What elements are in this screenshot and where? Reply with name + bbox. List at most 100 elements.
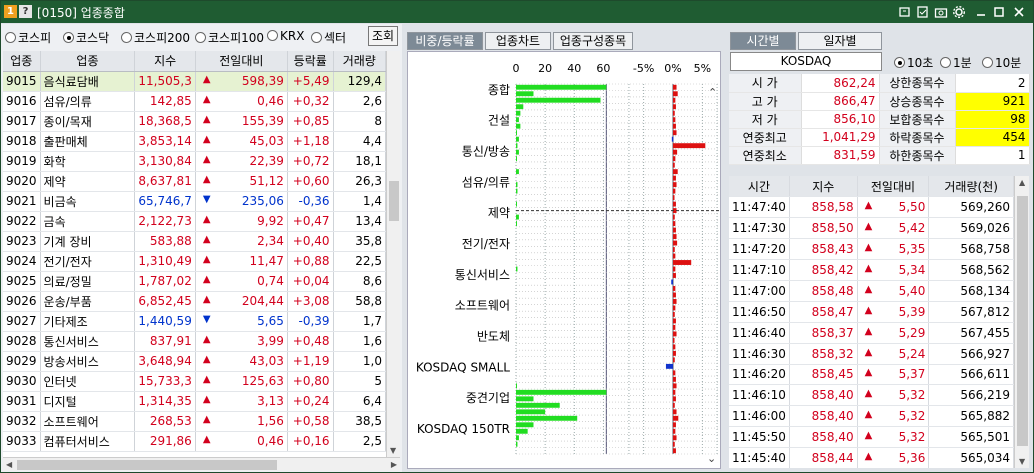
table-row[interactable]: 11:46:10 858,40 ▲ 5,32 566,219 bbox=[729, 384, 1014, 407]
checklist-icon[interactable] bbox=[916, 5, 930, 19]
vertical-scrollbar-right[interactable]: ▲ ▼ bbox=[1014, 176, 1029, 468]
radio-circle-icon[interactable] bbox=[121, 32, 132, 43]
radio-circle-icon[interactable] bbox=[311, 32, 322, 43]
col-header-rate[interactable]: 등락률 bbox=[287, 51, 334, 72]
weight-bar bbox=[516, 110, 521, 116]
table-row[interactable]: 11:47:10 858,42 ▲ 5,34 568,562 bbox=[729, 259, 1014, 281]
table-row[interactable]: 9021 비금속 65,746,7 ▼ 235,06 -0,36 1,4 bbox=[3, 191, 386, 212]
table-row[interactable]: 9018 출판매체 3,853,14 ▲ 45,03 +1,18 4,4 bbox=[3, 131, 386, 152]
table-row[interactable]: 9016 섬유/의류 142,85 ▲ 0,46 +0,32 2,6 bbox=[3, 91, 386, 112]
radio-circle-icon[interactable] bbox=[195, 32, 206, 43]
weight-bar bbox=[516, 136, 519, 142]
rate-bar bbox=[671, 136, 674, 142]
vertical-scrollbar[interactable]: ▼ bbox=[386, 51, 400, 457]
tab-sector-components[interactable]: 업종구성종목 bbox=[553, 32, 633, 50]
radio-circle-icon[interactable] bbox=[982, 57, 993, 68]
radio-circle-icon[interactable] bbox=[894, 57, 905, 68]
market-radio-3[interactable]: 코스피100 bbox=[195, 29, 264, 46]
table-row[interactable]: 9025 의료/정밀 1,787,02 ▲ 0,74 +0,04 8,6 bbox=[3, 271, 386, 292]
table-row[interactable]: 11:47:30 858,50 ▲ 5,42 569,026 bbox=[729, 217, 1014, 240]
link-icon[interactable] bbox=[898, 5, 912, 19]
scroll-down-icon[interactable]: ▼ bbox=[390, 446, 396, 455]
radio-circle-icon[interactable] bbox=[940, 57, 951, 68]
interval-radio-2[interactable]: 10분 bbox=[982, 54, 1021, 71]
chart-scroll-up-icon[interactable]: ⌃ bbox=[708, 86, 717, 99]
radio-circle-icon[interactable] bbox=[267, 30, 278, 41]
close-icon[interactable] bbox=[1012, 5, 1026, 19]
tab-by-time[interactable]: 시간별 bbox=[730, 32, 796, 50]
col-header-volume[interactable]: 거래량(천) bbox=[928, 176, 1014, 198]
chart-scroll-down-icon[interactable]: ⌄ bbox=[707, 452, 716, 465]
index-name-field[interactable]: KOSDAQ bbox=[730, 52, 882, 71]
radio-circle-icon[interactable] bbox=[5, 32, 16, 43]
market-radio-5[interactable]: 섹터 bbox=[311, 29, 346, 46]
scroll-right-icon[interactable]: ▶ bbox=[391, 460, 397, 469]
window-number-badge[interactable]: 1 bbox=[4, 5, 17, 18]
col-header-code[interactable]: 업종 bbox=[3, 51, 41, 72]
table-row[interactable]: 11:45:40 858,44 ▲ 5,36 565,034 bbox=[729, 447, 1014, 468]
table-row[interactable]: 9015 음식료담배 11,505,3 ▲ 598,39 +5,49 129,4 bbox=[3, 71, 386, 92]
table-row[interactable]: 9029 방송서비스 3,648,94 ▲ 43,03 +1,19 1,0 bbox=[3, 351, 386, 372]
chart-svg: 0 20 40 60 -5% 0% 5% 종합건설통신/방송섬유/의류제약전기/전자통신서비스… bbox=[416, 62, 720, 465]
col-header-time[interactable]: 시간 bbox=[729, 176, 790, 198]
volume-cell: 566,611 bbox=[928, 364, 1014, 386]
maximize-icon[interactable] bbox=[992, 5, 1006, 19]
table-row[interactable]: 11:46:00 858,40 ▲ 5,32 565,882 bbox=[729, 405, 1014, 428]
market-radio-0[interactable]: 코스피 bbox=[5, 29, 51, 46]
scroll-thumb-horizontal[interactable] bbox=[17, 460, 277, 470]
table-row[interactable]: 11:46:30 858,32 ▲ 5,24 566,927 bbox=[729, 343, 1014, 365]
change-cell: ▲ 5,50 bbox=[857, 196, 930, 219]
interval-radio-1[interactable]: 1분 bbox=[940, 54, 972, 71]
table-row[interactable]: 11:46:50 858,47 ▲ 5,39 567,812 bbox=[729, 301, 1014, 323]
tab-by-date[interactable]: 일자별 bbox=[798, 32, 882, 50]
horizontal-scrollbar[interactable]: ◀ ▶ bbox=[3, 457, 400, 471]
tab-sector-chart[interactable]: 업종차트 bbox=[485, 32, 551, 50]
table-row[interactable]: 9027 기타제조 1,440,59 ▼ 5,65 -0,39 1,7 bbox=[3, 311, 386, 332]
table-row[interactable]: 11:45:50 858,40 ▲ 5,32 565,501 bbox=[729, 426, 1014, 449]
table-row[interactable]: 9030 인터넷 15,733,3 ▲ 125,63 +0,80 5 bbox=[3, 371, 386, 392]
table-row[interactable]: 9019 화학 3,130,84 ▲ 22,39 +0,72 18,1 bbox=[3, 151, 386, 172]
gear-icon[interactable] bbox=[952, 5, 966, 19]
help-badge[interactable]: ? bbox=[19, 5, 32, 18]
interval-radio-0[interactable]: 10초 bbox=[894, 54, 933, 71]
table-row[interactable]: 9028 통신서비스 837,91 ▲ 3,99 +0,48 1,6 bbox=[3, 331, 386, 352]
time-cell: 11:47:30 bbox=[729, 217, 790, 240]
table-row[interactable]: 9024 전기/전자 1,310,49 ▲ 11,47 +0,88 22,5 bbox=[3, 251, 386, 272]
scroll-up-icon[interactable]: ▲ bbox=[1019, 178, 1025, 187]
col-header-change[interactable]: 전일대비 bbox=[857, 176, 930, 198]
col-header-change[interactable]: 전일대비 bbox=[195, 51, 288, 72]
table-row[interactable]: 11:47:20 858,43 ▲ 5,35 568,758 bbox=[729, 238, 1014, 261]
table-row[interactable]: 9031 디지털 1,314,35 ▲ 3,13 +0,24 6,4 bbox=[3, 391, 386, 412]
market-radio-4[interactable]: KRX bbox=[267, 29, 304, 43]
scroll-left-icon[interactable]: ◀ bbox=[6, 460, 12, 469]
table-row[interactable]: 9026 운송/부품 6,852,45 ▲ 204,44 +3,08 58,8 bbox=[3, 291, 386, 312]
col-header-index[interactable]: 지수 bbox=[134, 51, 196, 72]
table-row[interactable]: 9033 컴퓨터서비스 291,86 ▲ 0,46 +0,16 2,5 bbox=[3, 431, 386, 452]
table-row[interactable]: 11:47:40 858,58 ▲ 5,50 569,260 bbox=[729, 196, 1014, 219]
lookup-button[interactable]: 조회 bbox=[368, 26, 398, 46]
table-row[interactable]: 9023 기계 장비 583,88 ▲ 2,34 +0,40 35,8 bbox=[3, 231, 386, 252]
market-radio-1[interactable]: 코스닥 bbox=[63, 29, 109, 46]
col-header-name[interactable]: 업종 bbox=[40, 51, 136, 72]
table-row[interactable]: 9022 금속 2,122,73 ▲ 9,92 +0,47 13,4 bbox=[3, 211, 386, 232]
table-row[interactable]: 11:46:40 858,37 ▲ 5,29 567,455 bbox=[729, 322, 1014, 344]
table-row[interactable]: 11:47:00 858,48 ▲ 5,40 568,134 bbox=[729, 280, 1014, 302]
time-cell: 11:46:50 bbox=[729, 301, 790, 323]
table-row[interactable]: 9017 종이/목재 18,368,5 ▲ 155,39 +0,85 8 bbox=[3, 111, 386, 132]
camera-icon[interactable] bbox=[934, 5, 948, 19]
table-row[interactable]: 9020 제약 8,637,81 ▲ 51,12 +0,60 26,3 bbox=[3, 171, 386, 192]
sector-name: 종이/목재 bbox=[40, 111, 136, 132]
col-header-index[interactable]: 지수 bbox=[789, 176, 858, 198]
radio-circle-icon[interactable] bbox=[63, 32, 74, 43]
table-row[interactable]: 9032 소프트웨어 268,53 ▲ 1,56 +0,58 38,5 bbox=[3, 411, 386, 432]
market-radio-label: KRX bbox=[280, 29, 305, 43]
scroll-down-icon[interactable]: ▼ bbox=[1019, 457, 1025, 466]
scroll-thumb[interactable] bbox=[1017, 196, 1028, 446]
table-row[interactable]: 11:46:20 858,45 ▲ 5,37 566,611 bbox=[729, 364, 1014, 386]
scroll-thumb[interactable] bbox=[389, 181, 399, 221]
col-header-volume[interactable]: 거래량 bbox=[333, 51, 386, 72]
rate-bar bbox=[673, 149, 678, 155]
tab-weight-rate[interactable]: 비중/등락률 bbox=[407, 32, 483, 50]
market-radio-2[interactable]: 코스피200 bbox=[121, 29, 190, 46]
minimize-icon[interactable] bbox=[974, 5, 988, 19]
